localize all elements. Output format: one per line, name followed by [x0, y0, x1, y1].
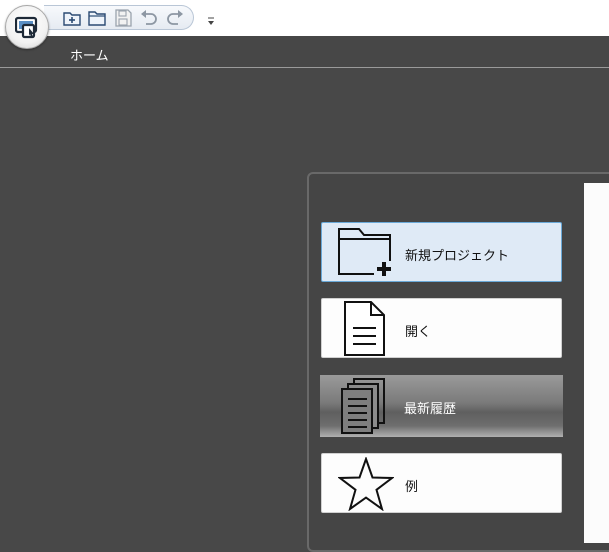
ribbon-tab-strip: ホーム — [0, 36, 609, 68]
save-icon[interactable] — [113, 9, 133, 27]
star-icon — [337, 455, 395, 515]
app-logo-icon — [15, 16, 38, 39]
redo-icon[interactable] — [165, 9, 185, 27]
new-folder-icon — [336, 225, 396, 283]
new-project-label: 新規プロジェクト — [405, 249, 510, 264]
new-project-button[interactable]: 新規プロジェクト — [321, 222, 562, 282]
recent-history-button[interactable]: 最新履歴 — [320, 375, 563, 437]
open-folder-icon[interactable] — [87, 9, 107, 27]
examples-button[interactable]: 例 — [321, 453, 562, 513]
title-bar — [0, 0, 609, 36]
open-label: 開く — [405, 325, 432, 340]
tab-home[interactable]: ホーム — [70, 45, 109, 64]
new-project-icon[interactable] — [62, 9, 82, 27]
recent-documents-icon — [340, 377, 388, 439]
open-button[interactable]: 開く — [321, 298, 562, 358]
application-menu-button[interactable] — [5, 5, 49, 49]
content-pane — [584, 183, 609, 543]
examples-label: 例 — [405, 480, 419, 495]
document-icon — [342, 300, 388, 362]
customize-dropdown-icon[interactable] — [206, 11, 216, 25]
undo-icon[interactable] — [139, 9, 159, 27]
recent-history-label: 最新履歴 — [404, 402, 457, 417]
quick-access-toolbar — [44, 5, 194, 30]
